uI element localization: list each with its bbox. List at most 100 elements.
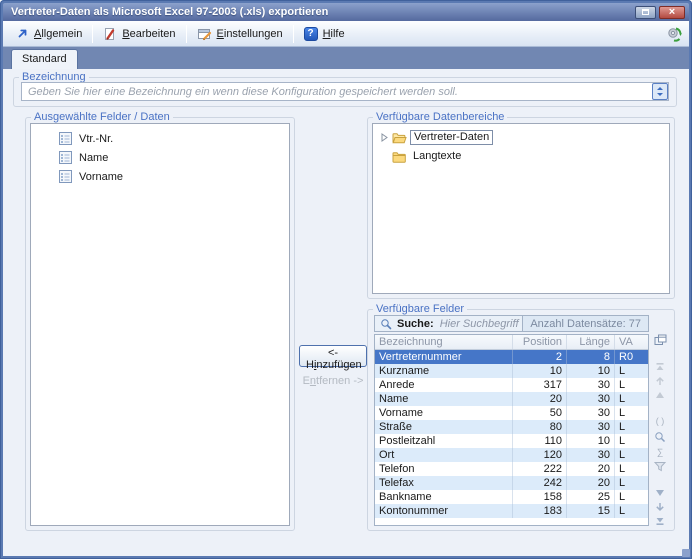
table-cell: Kurzname xyxy=(379,365,430,377)
settings-window-icon xyxy=(197,27,212,41)
bearbeiten-button[interactable]: Bearbeiten xyxy=(96,23,182,45)
table-cell: L xyxy=(614,434,648,448)
tree-node-label[interactable]: Langtexte xyxy=(410,150,464,163)
tree-item[interactable]: Langtexte xyxy=(373,147,669,166)
filter-icon[interactable] xyxy=(654,461,666,472)
close-button[interactable]: × xyxy=(659,5,685,19)
table-row[interactable]: Postleitzahl 110 10 L xyxy=(375,434,648,448)
table-row[interactable]: Vorname 50 30 L xyxy=(375,406,648,420)
table-row[interactable]: Kontonummer 183 15 L xyxy=(375,504,648,518)
bezeichnung-group: Bezeichnung xyxy=(13,71,677,107)
table-row[interactable]: Telefon 222 20 L xyxy=(375,462,648,476)
restore-button[interactable] xyxy=(635,5,656,19)
column-header[interactable]: VA xyxy=(614,335,648,349)
table-cell: L xyxy=(614,378,648,392)
magnifier-icon[interactable] xyxy=(654,431,666,443)
add-button[interactable]: <- Hinzufügen xyxy=(299,345,367,371)
window-title: Vertreter-Daten als Microsoft Excel 97-2… xyxy=(11,6,329,18)
table-cell: 183 xyxy=(512,504,566,518)
table-cell: 20 xyxy=(512,392,566,406)
column-header[interactable]: Länge xyxy=(566,335,614,349)
table-cell: Straße xyxy=(379,421,413,433)
column-header[interactable]: Bezeichnung xyxy=(375,335,512,349)
table-cell: Telefon xyxy=(379,463,415,475)
table-cell: Telefax xyxy=(379,477,414,489)
export-refresh-icon[interactable] xyxy=(666,25,683,42)
table-row[interactable]: Anrede 317 30 L xyxy=(375,378,648,392)
list-item-label: Name xyxy=(79,151,109,164)
grid-navigator: ( ) ∑ xyxy=(649,315,671,526)
folder-open-icon xyxy=(392,132,407,144)
nav-last-icon[interactable] xyxy=(655,516,665,526)
table-header-row[interactable]: Bezeichnung Position Länge VA xyxy=(375,335,648,350)
table-cell: 158 xyxy=(512,490,566,504)
table-cell: 25 xyxy=(566,490,614,504)
data-areas-group-label: Verfügbare Datenbereiche xyxy=(376,111,505,123)
table-cell: 80 xyxy=(512,420,566,434)
table-cell: 10 xyxy=(512,364,566,378)
nav-next-icon[interactable] xyxy=(655,488,665,498)
list-item[interactable]: Name xyxy=(31,148,289,167)
table-cell: Bankname xyxy=(379,491,432,503)
tree-node-label[interactable]: Vertreter-Daten xyxy=(410,130,494,145)
table-cell: 30 xyxy=(566,378,614,392)
table-cell: L xyxy=(614,364,648,378)
table-cell: Kontonummer xyxy=(379,505,449,517)
table-row[interactable]: Straße 80 30 L xyxy=(375,420,648,434)
field-grid-icon xyxy=(59,132,72,145)
combo-dropdown-button[interactable] xyxy=(652,83,668,100)
toolbar-separator xyxy=(92,24,94,43)
nav-next-page-icon[interactable] xyxy=(655,502,665,512)
selected-fields-list[interactable]: Vtr.-Nr. Name Vorname xyxy=(30,123,290,526)
search-bar: Suche: Anzahl Datensätze: 77 xyxy=(374,315,649,332)
field-grid-icon xyxy=(59,151,72,164)
table-cell: L xyxy=(614,406,648,420)
column-header[interactable]: Position xyxy=(512,335,566,349)
search-input[interactable] xyxy=(437,316,523,331)
table-row[interactable]: Ort 120 30 L xyxy=(375,448,648,462)
available-fields-group: Verfügbare Felder Suche: Anzahl Datensät… xyxy=(367,303,675,531)
tree-item[interactable]: Vertreter-Daten xyxy=(373,128,669,147)
nav-prev-page-icon[interactable] xyxy=(655,376,665,386)
einstellungen-button[interactable]: Einstellungen xyxy=(190,23,290,45)
table-cell: L xyxy=(614,462,648,476)
nav-first-icon[interactable] xyxy=(655,362,665,372)
table-row[interactable]: Bankname 158 25 L xyxy=(375,490,648,504)
export-dialog-window: Vertreter-Daten als Microsoft Excel 97-2… xyxy=(0,0,692,559)
data-areas-tree[interactable]: Vertreter-Daten Langtexte xyxy=(372,123,670,294)
table-cell: 222 xyxy=(512,462,566,476)
sum-icon[interactable]: ∑ xyxy=(657,447,663,457)
list-item-label: Vtr.-Nr. xyxy=(79,132,114,145)
list-item[interactable]: Vtr.-Nr. xyxy=(31,129,289,148)
toolbar: Allgemein Bearbeiten Einstellungen ? Hil… xyxy=(3,21,689,47)
bezeichnung-input[interactable] xyxy=(21,82,669,101)
table-cell: 242 xyxy=(512,476,566,490)
table-cell: 50 xyxy=(512,406,566,420)
column-chooser-icon[interactable] xyxy=(654,334,667,346)
hilfe-button[interactable]: ? Hilfe xyxy=(297,23,352,45)
record-count: Anzahl Datensätze: 77 xyxy=(522,316,648,331)
list-item[interactable]: Vorname xyxy=(31,167,289,186)
search-icon xyxy=(380,318,392,330)
fields-table[interactable]: Bezeichnung Position Länge VA Vertreternumme… xyxy=(374,334,649,526)
table-row[interactable]: Kurzname 10 10 L xyxy=(375,364,648,378)
table-row[interactable]: Name 20 30 L xyxy=(375,392,648,406)
table-cell: Name xyxy=(379,393,409,405)
selected-fields-group: Ausgewählte Felder / Daten Vtr.-Nr. Name xyxy=(25,111,295,531)
data-areas-group: Verfügbare Datenbereiche Vertreter-Daten xyxy=(367,111,675,299)
resize-grip[interactable] xyxy=(682,549,690,557)
table-cell: L xyxy=(614,448,648,462)
titlebar[interactable]: Vertreter-Daten als Microsoft Excel 97-2… xyxy=(3,3,689,21)
table-cell: L xyxy=(614,476,648,490)
nav-prev-icon[interactable] xyxy=(655,390,665,400)
table-cell: 110 xyxy=(512,434,566,448)
expander-icon[interactable] xyxy=(379,133,389,142)
table-row[interactable]: Telefax 242 20 L xyxy=(375,476,648,490)
tab-standard[interactable]: Standard xyxy=(11,49,78,69)
brackets-icon[interactable]: ( ) xyxy=(656,416,665,426)
table-cell: 30 xyxy=(566,420,614,434)
table-cell: 8 xyxy=(566,350,614,364)
allgemein-button[interactable]: Allgemein xyxy=(9,23,89,45)
table-cell: 10 xyxy=(566,364,614,378)
table-row[interactable]: Vertreternummer 2 8 R0 xyxy=(375,350,648,364)
